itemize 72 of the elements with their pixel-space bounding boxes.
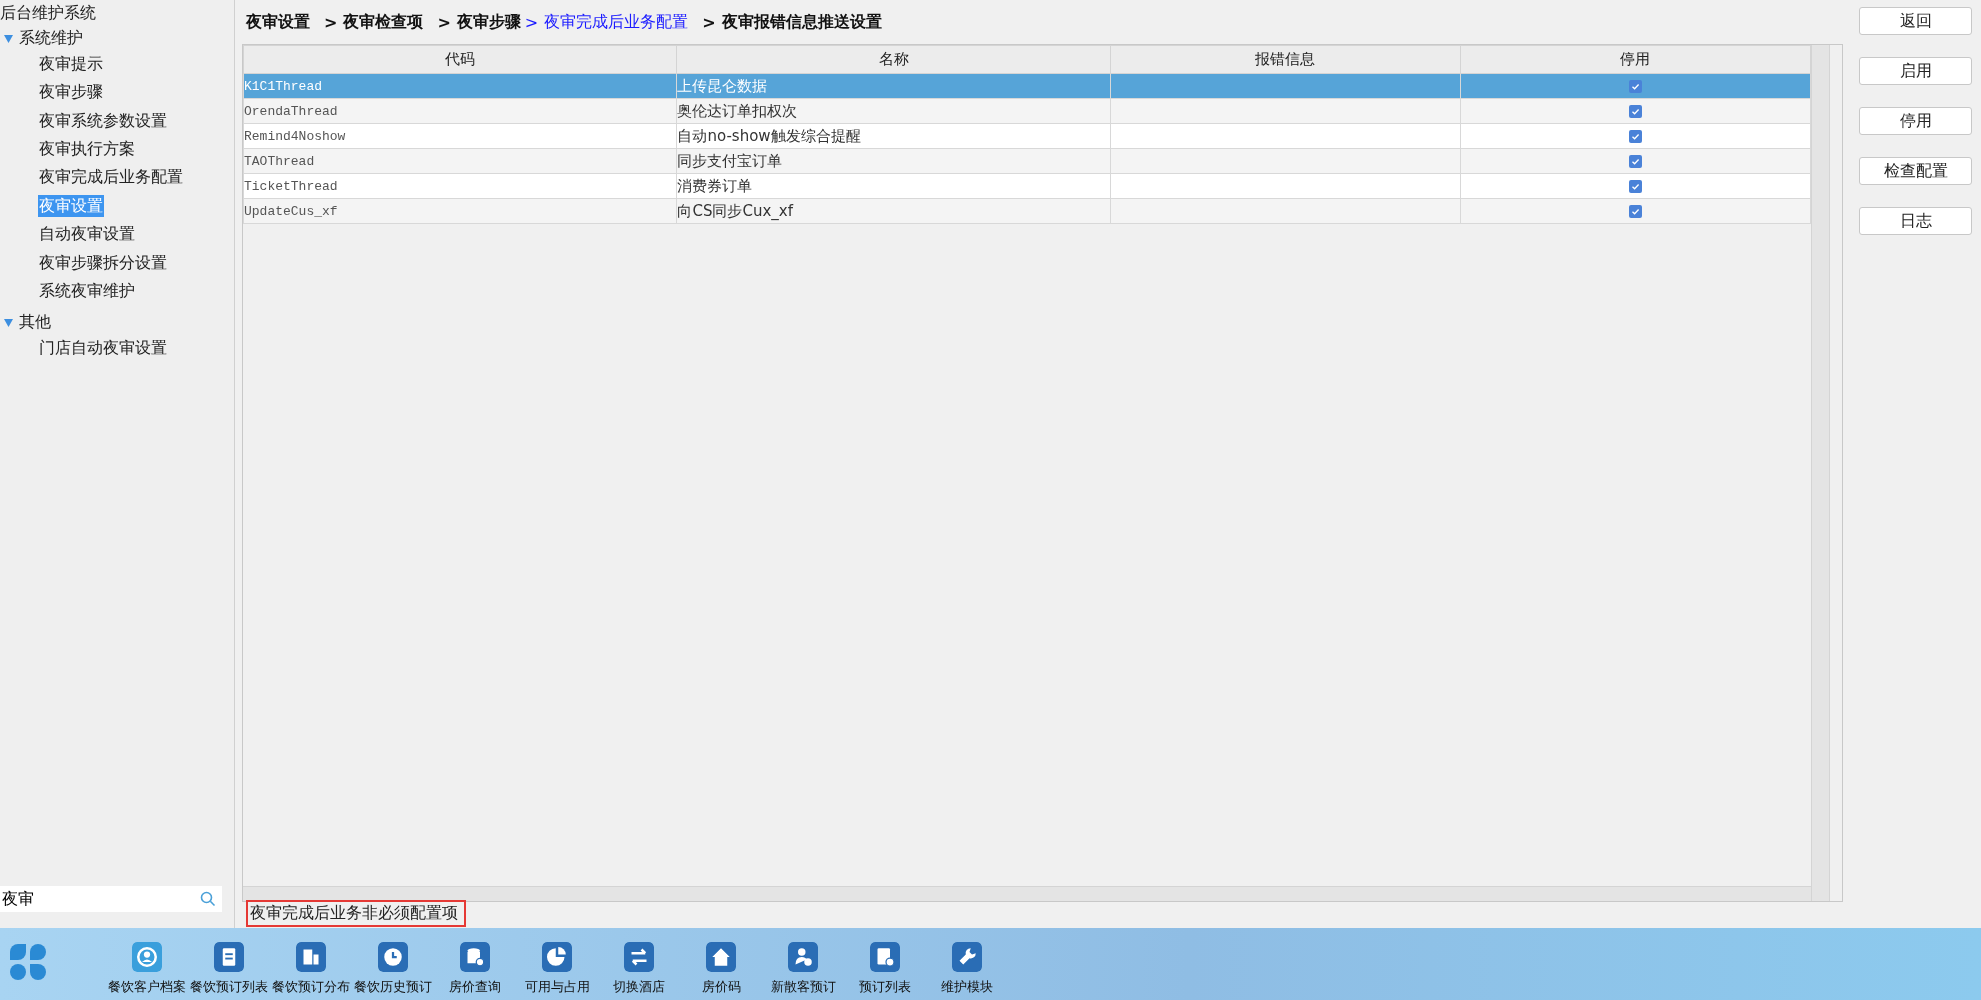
column-header[interactable]: 停用 [1460, 45, 1811, 74]
taskbar-button[interactable]: 维护模块 [927, 942, 1007, 996]
building-icon [296, 942, 326, 972]
table-cell: 同步支付宝订单 [676, 148, 1111, 174]
table-cell: 向CS同步Cux_xf [676, 198, 1111, 224]
person-clock-icon [788, 942, 818, 972]
tree-group[interactable]: 其他 [19, 312, 51, 334]
tree-root[interactable]: 后台维护系统 [0, 2, 234, 25]
action-button[interactable]: 停用 [1859, 107, 1972, 135]
table-cell: 奥伦达订单扣权次 [676, 98, 1111, 124]
separator-text: > [524, 12, 539, 32]
breadcrumb-link[interactable]: 夜审报错信息推送设置 [721, 11, 882, 33]
four-petal-logo-icon[interactable] [8, 942, 48, 982]
taskbar-button[interactable]: 预订列表 [845, 942, 925, 996]
column-header[interactable]: 代码 [243, 45, 677, 74]
table-cell: TAOThread [243, 148, 677, 174]
breadcrumb-link[interactable]: 夜审步骤 [456, 11, 521, 33]
tree-item[interactable]: 夜审系统参数设置 [38, 109, 168, 132]
search-icon[interactable] [200, 886, 222, 912]
action-button[interactable]: 检查配置 [1859, 157, 1972, 185]
document-clock-icon [870, 942, 900, 972]
column-header[interactable]: 名称 [676, 45, 1111, 74]
tree-item[interactable]: 门店自动夜审设置 [38, 336, 168, 359]
tree-item[interactable]: 夜审提示 [38, 52, 104, 75]
horizontal-scrollbar[interactable] [243, 886, 1811, 901]
table-cell: 消费券订单 [676, 173, 1111, 199]
separator-text: > [702, 12, 716, 32]
status-text: 夜审完成后业务非必须配置项 [250, 902, 458, 922]
breadcrumb-link[interactable]: 夜审完成后业务配置 [544, 11, 689, 33]
house-icon [706, 942, 736, 972]
person-icon [132, 942, 162, 972]
taskbar-button[interactable]: 房价查询 [435, 942, 515, 996]
taskbar-button[interactable]: 房价码 [681, 942, 761, 996]
taskbar-button[interactable]: 切换酒店 [599, 942, 679, 996]
action-button[interactable]: 返回 [1859, 7, 1972, 35]
action-button[interactable]: 启用 [1859, 57, 1972, 85]
taskbar-button[interactable]: 餐饮预订列表 [189, 942, 269, 996]
taskbar-button[interactable]: 餐饮客户档案 [107, 942, 187, 996]
taskbar-button[interactable]: 新散客预订 [763, 942, 843, 996]
table-cell: Remind4Noshow [243, 123, 677, 149]
action-button[interactable]: 日志 [1859, 207, 1972, 235]
clipboard-icon [214, 942, 244, 972]
table-cell: UpdateCus_xf [243, 198, 677, 224]
tree-item[interactable]: 夜审完成后业务配置 [38, 166, 184, 189]
taskbar-button[interactable]: 餐饮历史预订 [353, 942, 433, 996]
breadcrumb-link[interactable]: 夜审设置 [246, 11, 310, 33]
wrench-icon [952, 942, 982, 972]
column-header[interactable]: 报错信息 [1110, 45, 1461, 74]
table-cell: 自动no-show触发综合提醒 [676, 123, 1111, 149]
search-field[interactable]: 夜审 [0, 886, 200, 912]
tree-item[interactable]: 夜审执行方案 [38, 138, 136, 161]
table-cell: TicketThread [243, 173, 677, 199]
tree-item[interactable]: 夜审步骤拆分设置 [38, 251, 168, 274]
breadcrumb-link[interactable]: 夜审检查项 [343, 11, 424, 33]
expand-arrow-icon[interactable] [4, 34, 13, 43]
pie-chart-icon [542, 942, 572, 972]
separator-text: > [324, 12, 338, 32]
vertical-scrollbar[interactable] [1811, 45, 1830, 901]
taskbar-button[interactable]: 可用与占用 [517, 942, 597, 996]
swap-arrows-icon [624, 942, 654, 972]
tree-item[interactable]: 自动夜审设置 [38, 223, 136, 246]
table-cell: K1C1Thread [243, 73, 677, 99]
expand-arrow-icon[interactable] [4, 318, 13, 327]
table-cell: OrendaThread [243, 98, 677, 124]
table-cell: 上传昆仑数据 [676, 73, 1111, 99]
separator-text: > [437, 12, 451, 32]
tree-group[interactable]: 系统维护 [19, 28, 83, 50]
taskbar-button[interactable]: 餐饮预订分布 [271, 942, 351, 996]
clock-icon [378, 942, 408, 972]
tree-item[interactable]: 夜审步骤 [38, 81, 104, 104]
database-icon [460, 942, 490, 972]
tree-item[interactable]: 系统夜审维护 [38, 280, 136, 302]
